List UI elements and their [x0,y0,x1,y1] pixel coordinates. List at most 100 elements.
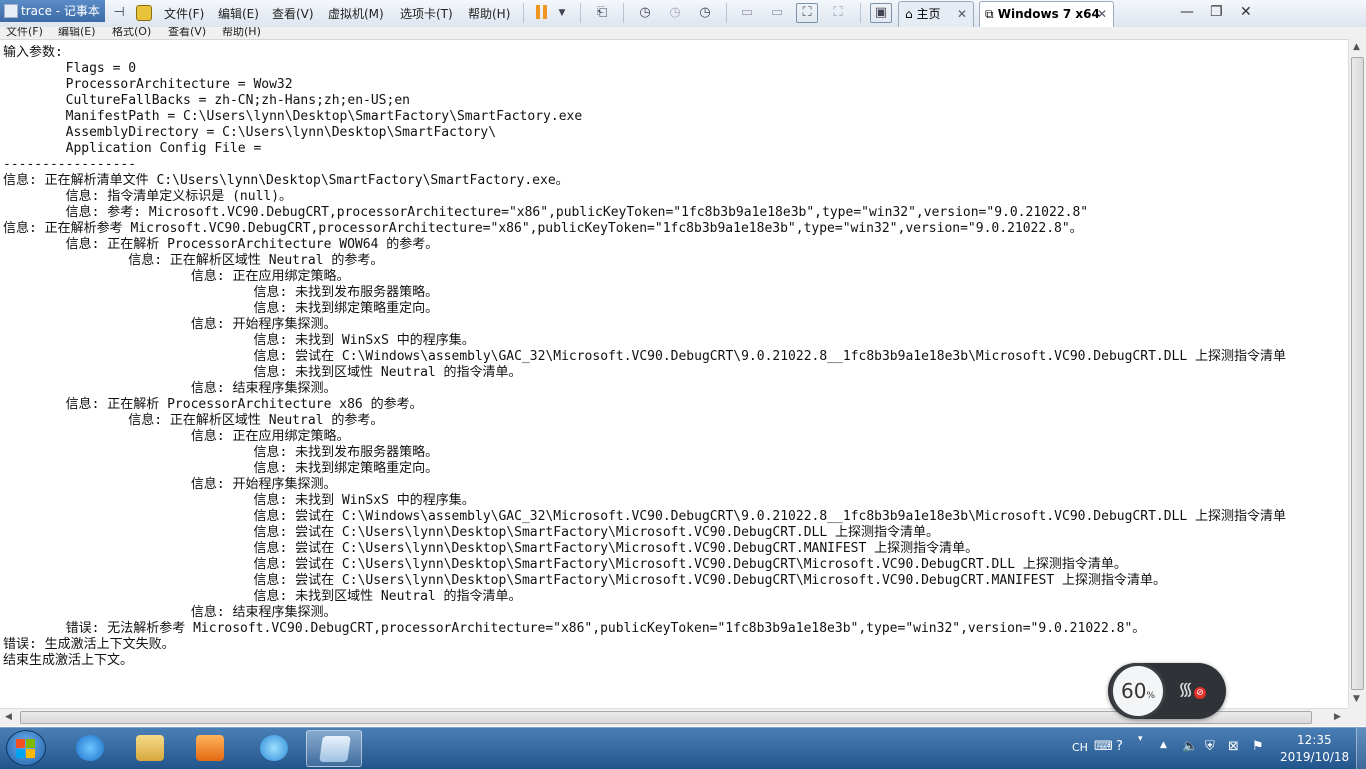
notepad-icon [319,736,351,762]
text-line: 信息: 指令清单定义标识是 (null)。 [3,189,293,204]
vertical-scrollbar[interactable]: ▲ ▼ [1348,39,1366,708]
scrollbar-corner [1348,708,1366,726]
snapshot-manager-icon[interactable]: ◷ [694,4,716,22]
vmware-toolbar: trace - 记事本 ⊣ 文件(F) 编辑(E) 查看(V) 虚拟机(M) 选… [0,0,1366,28]
help-icon[interactable]: ? [1116,739,1123,754]
scroll-down-icon[interactable]: ▼ [1353,694,1360,704]
text-line: 信息: 尝试在 C:\Users\lynn\Desktop\SmartFacto… [3,541,979,556]
vertical-scroll-thumb[interactable] [1351,57,1364,690]
close-window-icon[interactable]: ✕ [1240,4,1252,20]
pause-icon[interactable] [535,4,549,22]
shield-icon[interactable]: ⛨ [1205,739,1215,754]
text-line: 信息: 正在解析区域性 Neutral 的参考。 [3,413,384,428]
tab-home[interactable]: ⌂ 主页 ✕ [898,1,974,27]
unity-icon[interactable]: ⛶ [828,4,848,22]
separator [580,3,581,23]
vm-menu-file[interactable]: 文件(F) [164,5,204,22]
taskbar-ie[interactable] [62,730,118,767]
usage-unit: % [1146,691,1155,701]
text-line: 信息: 开始程序集探测。 [3,477,337,492]
revert-snapshot-icon[interactable]: ◷ [664,4,686,22]
send-ctrl-alt-del-icon[interactable]: ⎗ [592,4,612,22]
text-line: 信息: 正在应用绑定策略。 [3,269,350,284]
text-line: 信息: 未找到发布服务器策略。 [3,285,439,300]
restore-icon[interactable]: ❐ [1210,4,1223,20]
network-speed-widget[interactable]: 60% ᯾ ⊘ [1108,663,1226,719]
menu-file[interactable]: 文件(F) [6,27,43,39]
taskbar-explorer[interactable] [122,730,178,767]
close-icon[interactable]: ✕ [1097,2,1107,26]
notepad-menu-bar: 文件(F) 编辑(E) 格式(O) 查看(V) 帮助(H) [0,27,1366,40]
tab-windows-7-label: Windows 7 x64 [997,7,1100,21]
text-line: 信息: 未找到绑定策略重定向。 [3,461,439,476]
text-line: 信息: 未找到 WinSxS 中的程序集。 [3,333,475,348]
vm-menu-vm[interactable]: 虚拟机(M) [328,5,384,22]
text-line: 信息: 未找到区域性 Neutral 的指令清单。 [3,589,522,604]
text-line: 信息: 正在解析区域性 Neutral 的参考。 [3,253,384,268]
vm-menu-tabs[interactable]: 选项卡(T) [400,5,453,22]
language-indicator[interactable]: CH [1072,741,1088,754]
chevron-down-icon[interactable]: ▼ [556,4,568,22]
taskbar-browser[interactable] [246,730,302,767]
text-line: 信息: 正在解析 ProcessorArchitecture WOW64 的参考… [3,237,439,252]
text-line: 信息: 未找到 WinSxS 中的程序集。 [3,493,475,508]
media-player-icon [196,735,224,761]
pin-icon[interactable]: ⊣ [110,4,128,22]
vm-menu-edit[interactable]: 编辑(E) [218,5,259,22]
tab-windows-7[interactable]: ⧉ Windows 7 x64 ✕ [979,1,1114,27]
vm-menu-help[interactable]: 帮助(H) [468,5,510,22]
text-line: 信息: 未找到发布服务器策略。 [3,445,439,460]
menu-view[interactable]: 查看(V) [168,27,206,39]
wifi-off-icon: ᯾ ⊘ [1178,677,1208,703]
start-button[interactable] [6,730,46,766]
browser-icon [260,735,288,761]
action-center-icon[interactable]: ⚑ [1252,739,1264,754]
taskbar: CH ⌨ ? ▾ ▲ 🔈 ⛨ ⊠ ⚑ 12:35 2019/10/18 [0,727,1366,769]
clock-time[interactable]: 12:35 [1297,733,1332,747]
explorer-icon [136,735,164,761]
input-options-icon[interactable]: ▾ [1138,734,1143,744]
scroll-up-icon[interactable]: ▲ [1353,42,1360,52]
fullscreen-vm-icon[interactable] [136,5,152,21]
text-line: 输入参数: [3,45,63,60]
taskbar-media-player[interactable] [182,730,238,767]
sidebar-view-icon[interactable]: ▭ [737,4,757,22]
tab-home-label: 主页 [916,7,941,21]
network-icon[interactable]: ⊠ [1228,739,1239,754]
clock-date[interactable]: 2019/10/18 [1280,750,1349,764]
volume-icon[interactable]: 🔈 [1182,739,1198,754]
close-icon[interactable]: ✕ [957,2,967,26]
notepad-text-area[interactable]: 输入参数: Flags = 0 ProcessorArchitecture = … [3,45,1348,708]
text-line: 信息: 未找到绑定策略重定向。 [3,301,439,316]
text-line: Application Config File = [3,141,262,156]
notepad-title-tab[interactable]: trace - 记事本 [0,0,105,22]
scroll-left-icon[interactable]: ◀ [5,712,12,722]
text-line: 错误: 无法解析参考 Microsoft.VC90.DebugCRT,proce… [3,621,1146,636]
taskbar-notepad[interactable] [306,730,362,767]
menu-edit[interactable]: 编辑(E) [58,27,96,39]
minimize-icon[interactable]: — [1180,4,1194,20]
console-view-icon[interactable]: ▭ [767,4,787,22]
snapshot-icon[interactable]: ◷ [634,4,656,22]
vm-icon: ⧉ [985,7,994,21]
text-line: 信息: 正在解析清单文件 C:\Users\lynn\Desktop\Smart… [3,173,569,188]
text-line: 信息: 未找到区域性 Neutral 的指令清单。 [3,365,522,380]
thumbnail-view-icon[interactable]: ▣ [870,3,892,23]
separator [623,3,624,23]
separator [726,3,727,23]
windows-logo-icon [16,739,35,758]
text-line: ManifestPath = C:\Users\lynn\Desktop\Sma… [3,109,583,124]
show-hidden-icons-icon[interactable]: ▲ [1160,740,1167,750]
menu-format[interactable]: 格式(O) [112,27,151,39]
full-screen-icon[interactable]: ⛶ [796,3,818,23]
text-line: AssemblyDirectory = C:\Users\lynn\Deskto… [3,125,497,140]
usage-percent: 60 [1120,679,1147,703]
keyboard-icon[interactable]: ⌨ [1094,739,1113,754]
scroll-right-icon[interactable]: ▶ [1334,712,1341,722]
vm-menu-view[interactable]: 查看(V) [272,5,314,22]
show-desktop-button[interactable] [1356,728,1366,769]
text-line: 信息: 尝试在 C:\Users\lynn\Desktop\SmartFacto… [3,525,940,540]
text-line: 错误: 生成激活上下文失败。 [3,637,175,652]
menu-help[interactable]: 帮助(H) [222,27,261,39]
text-line: 信息: 结束程序集探测。 [3,605,337,620]
